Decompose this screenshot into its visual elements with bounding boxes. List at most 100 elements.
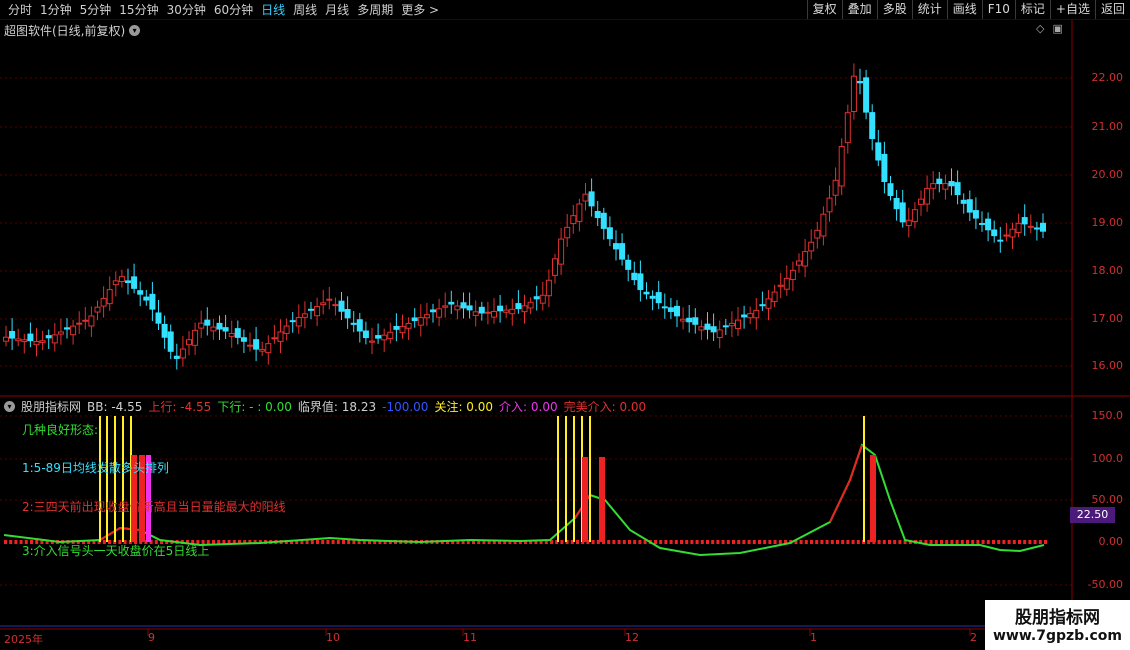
candle-body	[527, 301, 534, 309]
candle-body	[722, 325, 729, 328]
candle-body	[442, 305, 449, 308]
candle-body	[905, 219, 912, 227]
candle-body	[576, 203, 583, 222]
candle-body	[509, 308, 516, 315]
candle-body	[893, 197, 900, 210]
candle-body	[314, 306, 321, 317]
guan-value: 关注: 0.00	[434, 400, 494, 414]
candle-body	[247, 344, 253, 347]
candle-body	[606, 227, 613, 240]
candle-body	[3, 336, 9, 342]
signal-dot	[685, 540, 689, 544]
candle-body	[222, 327, 229, 332]
candle-body	[881, 153, 888, 182]
candle-body	[1009, 228, 1016, 238]
candle-body	[21, 339, 28, 343]
candle-body	[814, 229, 821, 239]
candle-body	[259, 348, 266, 352]
candle-body	[844, 112, 851, 144]
signal-dot	[591, 540, 595, 544]
annotation-1: 1:5-89日均线发散多头排列	[22, 461, 169, 475]
signal-dot	[706, 540, 709, 544]
candle-body	[692, 317, 699, 325]
candle-body	[356, 319, 363, 332]
candle-body	[875, 142, 882, 161]
candle-body	[850, 75, 857, 112]
candle-body	[887, 183, 894, 196]
signal-dot	[617, 540, 621, 544]
candle-body	[491, 311, 497, 318]
indicator-line-red	[829, 444, 863, 523]
date-axis-label: 2025年	[4, 633, 43, 646]
signal-dot	[867, 540, 871, 544]
indicator-header: ▾ 股朋指标网 BB: -4.55 上行: -4.55 下行: - : 0.00…	[4, 398, 646, 415]
candle-body	[308, 308, 314, 311]
signal-dot	[893, 540, 897, 544]
bb-value: BB: -4.55	[87, 399, 143, 414]
indicator-dropdown-icon[interactable]: ▾	[4, 401, 15, 412]
signal-dot	[799, 540, 803, 544]
candle-body	[515, 303, 522, 310]
candle-body	[954, 182, 961, 196]
signal-dot	[742, 540, 746, 544]
candle-body	[265, 343, 272, 354]
candle-body	[82, 319, 89, 322]
signal-dot	[986, 540, 990, 544]
jie-value: 介入: 0.00	[499, 400, 558, 414]
signal-dot	[1007, 540, 1011, 544]
candle-body	[228, 332, 235, 337]
indicator-name: 股朋指标网	[21, 400, 82, 414]
candle-body	[948, 181, 955, 187]
signal-dot	[888, 540, 891, 544]
candle-body	[51, 334, 58, 344]
candle-body	[204, 319, 211, 326]
signal-dot	[934, 540, 938, 544]
candle-body	[326, 298, 333, 301]
candle-body	[155, 312, 162, 324]
annotation-3: 3:介入信号头一天收盘价在5日线上	[22, 544, 210, 558]
indicator-axis-label: -50.00	[1087, 578, 1123, 591]
candle-body	[1027, 225, 1034, 228]
shang-value: 上行: -4.55	[148, 400, 212, 414]
signal-dot	[825, 540, 829, 544]
candle-body	[564, 226, 571, 239]
candle-body	[125, 280, 131, 283]
candle-body	[57, 331, 64, 335]
signal-dot	[695, 540, 699, 544]
signal-dot	[711, 540, 715, 544]
candle-body	[118, 276, 125, 283]
signal-dot	[1023, 540, 1027, 544]
signal-dot	[940, 540, 943, 544]
signal-dot	[981, 540, 985, 544]
candle-body	[112, 280, 119, 286]
candle-body	[405, 322, 412, 329]
date-axis-label: 1	[810, 631, 817, 644]
candle-body	[838, 145, 845, 187]
right-side-strip	[1115, 20, 1130, 400]
candle-body	[448, 301, 455, 305]
candle-body	[625, 259, 632, 270]
signal-dot	[310, 540, 314, 544]
signal-dot	[960, 540, 964, 544]
signal-dot	[721, 540, 725, 544]
candle-body	[375, 335, 382, 339]
candle-body	[637, 273, 644, 290]
candle-body	[478, 306, 485, 314]
candle-body	[173, 355, 180, 359]
signal-dot	[664, 540, 668, 544]
signal-dot	[336, 540, 340, 544]
candle-body	[399, 325, 406, 334]
candle-body	[735, 319, 741, 330]
signal-dot	[747, 540, 751, 544]
signal-dot	[316, 540, 319, 544]
watermark-url: www.7gpzb.com	[992, 628, 1122, 644]
candle-body	[76, 322, 83, 325]
candle-body	[70, 325, 77, 336]
candle-body	[533, 296, 540, 300]
candle-body	[869, 112, 876, 140]
candle-body	[753, 309, 760, 319]
signal-dot	[1018, 540, 1021, 544]
signal-dot	[971, 540, 975, 544]
signal-dot	[716, 540, 720, 544]
candle-body	[1021, 217, 1028, 225]
